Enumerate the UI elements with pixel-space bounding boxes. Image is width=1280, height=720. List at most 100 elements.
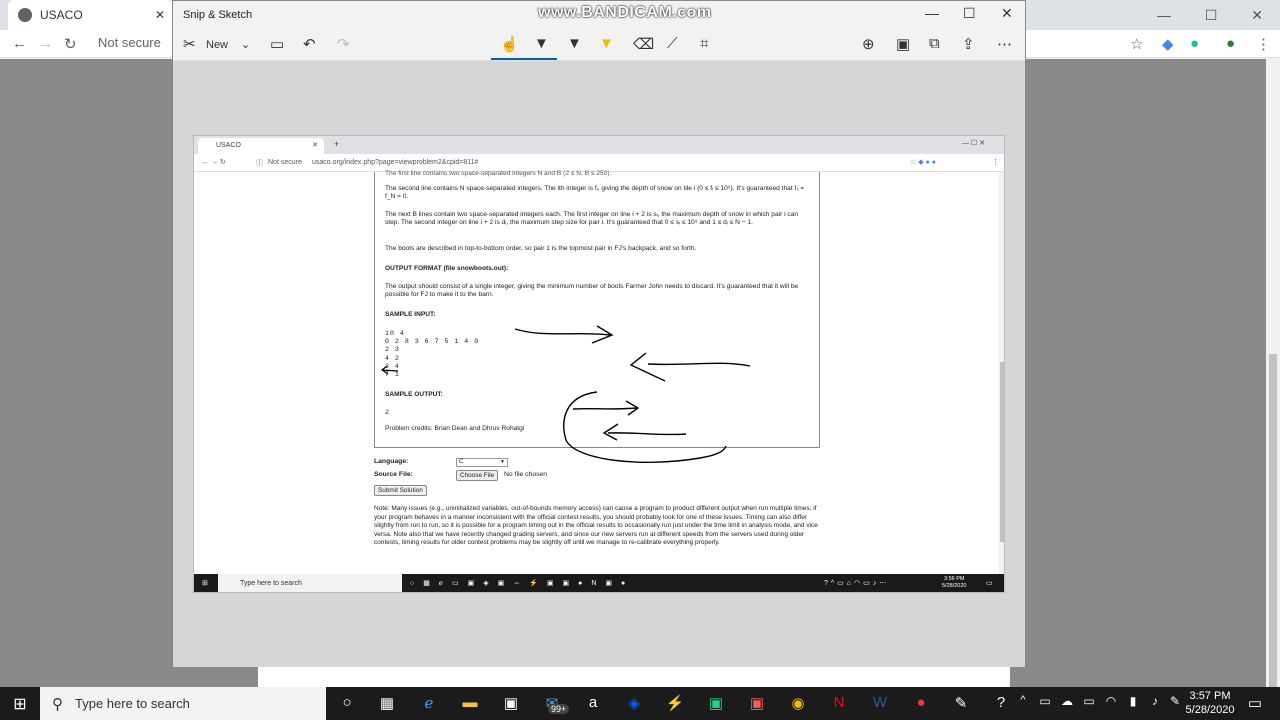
language-value: C	[459, 459, 464, 465]
background-tab-title: USACO	[40, 8, 83, 22]
sample-input-block: 10 4 0 2 8 3 6 7 5 1 4 0 2 3 4 2 3 4 7 1	[385, 330, 811, 379]
record-icon[interactable]: ●	[910, 694, 932, 714]
cortana-icon[interactable]: ○	[336, 694, 358, 714]
captured-taskbar: ⊞ Type here to search ○▦ℯ▭▣◈▣⇔⚡▣▣●N▣● ?^…	[194, 574, 1004, 592]
dropbox-icon[interactable]: ◈	[623, 694, 645, 714]
taskbar-clock[interactable]: 3:57 PM 5/28/2020	[1180, 689, 1240, 717]
background-tab[interactable]: USACO ✕	[8, 0, 173, 30]
reload-icon[interactable]: ↻	[64, 35, 77, 53]
new-dropdown-chevron-icon[interactable]: ⌄	[241, 38, 250, 51]
captured-scrollbar-thumb[interactable]	[1000, 362, 1004, 542]
tray-app-icon[interactable]: ▭	[1034, 694, 1056, 714]
new-button[interactable]: New	[206, 39, 228, 51]
minimize-icon[interactable]: —	[1157, 7, 1171, 23]
extension-icon[interactable]: ◆	[1162, 35, 1174, 53]
submit-solution-button[interactable]: Submit Solution	[374, 485, 427, 496]
netflix-icon[interactable]: N	[828, 694, 850, 714]
open-folder-icon[interactable]: ▭	[270, 35, 284, 53]
ballpoint-pen-icon[interactable]: ▼	[534, 35, 549, 52]
no-file-chosen: No file chosen	[504, 471, 548, 478]
captured-tray-icons[interactable]: ?^▭⌂◠▭♪⋯	[824, 579, 889, 587]
microphone-icon[interactable]: ▮	[1122, 694, 1144, 714]
snip-close-icon[interactable]: ✕	[1001, 5, 1013, 22]
bolt-app-icon[interactable]: ⚡	[664, 694, 686, 714]
captured-new-tab-icon[interactable]: +	[334, 139, 339, 149]
pycharm-icon[interactable]: ▣	[705, 694, 727, 714]
highlighter-icon[interactable]: ▼	[599, 35, 614, 52]
edge-icon[interactable]: ℯ	[418, 694, 440, 714]
volume-icon[interactable]: ♪	[1144, 694, 1166, 714]
copy-icon[interactable]: ⧉	[929, 35, 940, 52]
captured-date: 5/28/2020	[942, 583, 967, 589]
captured-url[interactable]: usaco.org/index.php?page=viewproblem2&cp…	[312, 159, 478, 166]
problem-credits: Problem credits: Brian Dean and Dhruv Ro…	[385, 425, 525, 432]
tray-chevron-icon[interactable]: ^	[1012, 694, 1034, 714]
captured-window-controls[interactable]: — ☐ ✕	[962, 139, 985, 147]
help-icon[interactable]: ?	[990, 694, 1012, 714]
ruler-icon[interactable]: ⟋	[667, 35, 678, 52]
share-icon[interactable]: ⇪	[962, 35, 975, 53]
pencil-icon[interactable]: ▼	[567, 35, 582, 52]
back-icon[interactable]: ←	[12, 35, 27, 52]
mail-badge: 99+	[548, 704, 570, 714]
word-icon[interactable]: W	[869, 694, 891, 714]
sample-input-line: 2 3	[385, 346, 400, 354]
amazon-icon[interactable]: a	[582, 694, 604, 714]
captured-browser[interactable]: USACO ✕ + — ☐ ✕ ← → ↻ ⓘ Not secure usaco.…	[193, 135, 1005, 593]
onedrive-icon[interactable]: ▭	[1078, 694, 1100, 714]
captured-clock[interactable]: 3:56 PM 5/28/2020	[942, 576, 966, 590]
intellij-icon[interactable]: ▣	[746, 694, 768, 714]
undo-icon[interactable]: ↶	[303, 35, 316, 53]
language-select[interactable]: C ▼	[456, 458, 508, 467]
snip-maximize-icon[interactable]: ☐	[963, 5, 976, 22]
start-button[interactable]: ⊞	[0, 687, 40, 720]
touch-writing-icon[interactable]: ☝	[500, 35, 519, 53]
usaco-favicon-icon	[18, 8, 32, 22]
captured-taskbar-apps[interactable]: ○▦ℯ▭▣◈▣⇔⚡▣▣●N▣●	[410, 579, 634, 587]
action-center-icon[interactable]: ▭	[1244, 694, 1266, 714]
scrollbar-thumb[interactable]	[1269, 354, 1277, 694]
grammarly-icon[interactable]: ●	[1190, 35, 1199, 52]
task-view-icon[interactable]: ▦	[376, 694, 398, 714]
menu-dots-icon[interactable]: ⋮	[1256, 35, 1271, 53]
captured-tab-close-icon[interactable]: ✕	[312, 141, 318, 149]
more-options-icon[interactable]: ⋯	[997, 35, 1012, 53]
background-scrollbar[interactable]	[1266, 59, 1280, 694]
captured-nav-icons[interactable]: ← → ↻	[202, 158, 226, 166]
new-snip-icon[interactable]: ✂	[183, 35, 196, 53]
close-tab-icon[interactable]: ✕	[155, 8, 165, 22]
choose-file-button[interactable]: Choose File	[456, 470, 499, 481]
redo-icon[interactable]: ↷	[337, 35, 350, 53]
wifi-icon[interactable]: ◠	[1100, 694, 1122, 714]
taskbar-search-box[interactable]: ⚲ Type here to search	[40, 687, 326, 720]
store-icon[interactable]: ▣	[500, 694, 522, 714]
crop-icon[interactable]: ⌗	[700, 35, 708, 52]
profile-avatar-icon[interactable]: ●	[1226, 35, 1235, 52]
forward-icon[interactable]: →	[38, 35, 53, 52]
captured-start-icon[interactable]: ⊞	[202, 579, 208, 587]
output-paragraph: The output should consist of a single in…	[385, 283, 799, 299]
maximize-icon[interactable]: ☐	[1205, 7, 1218, 24]
sample-input-line: 7 1	[385, 371, 400, 379]
zoom-icon[interactable]: ⊕	[862, 35, 875, 53]
captured-taskbar-search[interactable]: Type here to search	[218, 574, 402, 592]
background-page-strip	[258, 667, 1010, 687]
tray-cloud-icon[interactable]: ☁	[1056, 694, 1078, 714]
chrome-icon[interactable]: ◉	[787, 694, 809, 714]
snip-sketch-taskbar-icon[interactable]: ✎	[950, 694, 972, 714]
captured-tab-bar: USACO ✕ + — ☐ ✕	[194, 136, 1004, 154]
close-icon[interactable]: ✕	[1251, 7, 1263, 24]
save-icon[interactable]: ▣	[896, 35, 910, 53]
snip-toolbar: ✂ New ⌄ ▭ ↶ ↷ ☝ ▼ ▼ ▼ ⌫ ⟋ ⌗ ⊕ ▣ ⧉ ⇪ ⋯	[173, 29, 1025, 61]
snip-minimize-icon[interactable]: —	[925, 5, 939, 21]
captured-scrollbar[interactable]	[999, 172, 1004, 574]
captured-extension-icons[interactable]: ☆ ◆ ● ●	[910, 158, 936, 166]
captured-notification-icon[interactable]: ▭	[986, 579, 993, 587]
output-format-heading: OUTPUT FORMAT (file snowboots.out):	[385, 265, 509, 272]
file-explorer-icon[interactable]: ▬	[459, 694, 481, 714]
captured-menu-icon[interactable]: ⋮	[992, 158, 999, 166]
captured-tab[interactable]: USACO ✕	[198, 138, 324, 154]
bookmark-star-icon[interactable]: ☆	[1130, 35, 1143, 53]
eraser-icon[interactable]: ⌫	[633, 35, 654, 53]
captured-info-icon: ⓘ	[256, 160, 263, 167]
